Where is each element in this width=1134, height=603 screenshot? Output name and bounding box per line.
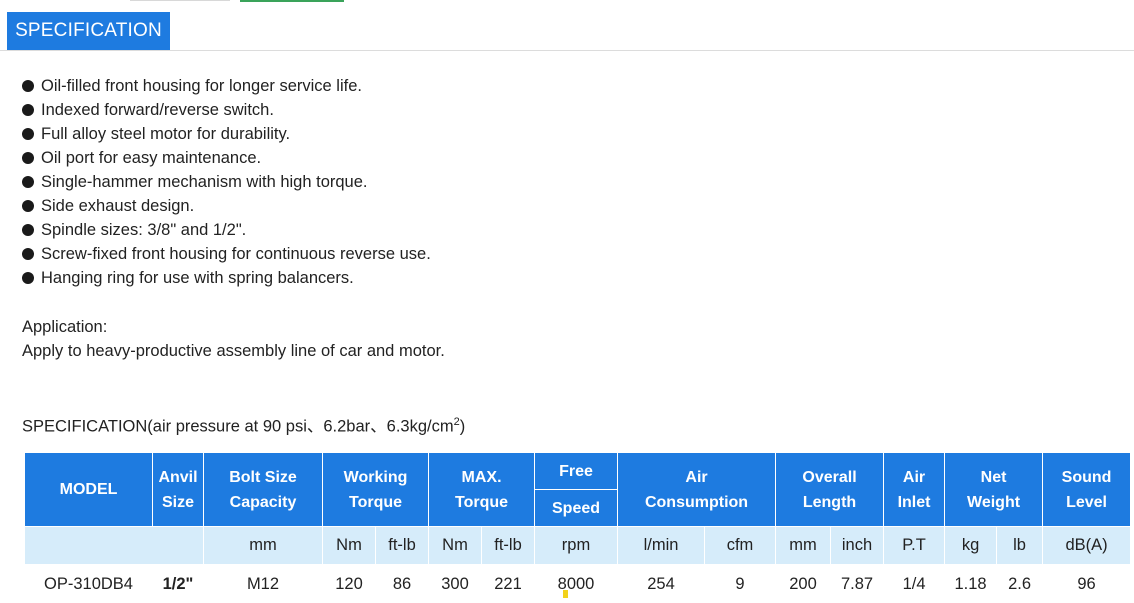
bullet-icon	[22, 152, 34, 164]
bullet-icon	[22, 248, 34, 260]
spec-heading-close: )	[460, 418, 466, 436]
header-air-inlet: AirInlet	[884, 453, 945, 527]
list-item: Single-hammer mechanism with high torque…	[22, 170, 1122, 194]
text-cursor-marker	[563, 590, 568, 598]
feature-text: Hanging ring for use with spring balance…	[41, 266, 354, 290]
feature-text: Spindle sizes: 3/8" and 1/2".	[41, 218, 246, 242]
header-working-torque: WorkingTorque	[323, 453, 429, 527]
list-item: Oil-filled front housing for longer serv…	[22, 74, 1122, 98]
header-net-weight: NetWeight	[945, 453, 1043, 527]
header-free-speed-top: Free	[535, 453, 618, 490]
header-max-torque: MAX.Torque	[429, 453, 535, 527]
unit-cell: Nm	[323, 527, 376, 565]
list-item: Indexed forward/reverse switch.	[22, 98, 1122, 122]
bullet-icon	[22, 224, 34, 236]
cell-sound: 96	[1043, 565, 1131, 603]
units-blank	[25, 527, 204, 565]
table-row: OP-310DB4 1/2" M12 120 86 300 221 8000 2…	[25, 565, 1131, 603]
header-free-speed-bottom: Speed	[535, 490, 618, 527]
list-item: Side exhaust design.	[22, 194, 1122, 218]
cell-model: OP-310DB4	[25, 565, 153, 603]
list-item: Screw-fixed front housing for continuous…	[22, 242, 1122, 266]
header-sound-level: SoundLevel	[1043, 453, 1131, 527]
upper-tab-strip	[0, 0, 1134, 3]
cell-max-ftlb: 221	[482, 565, 535, 603]
unit-cell: rpm	[535, 527, 618, 565]
unit-cell: Nm	[429, 527, 482, 565]
feature-text: Single-hammer mechanism with high torque…	[41, 170, 367, 194]
cell-max-nm: 300	[429, 565, 482, 603]
unit-cell: lb	[997, 527, 1043, 565]
bullet-icon	[22, 80, 34, 92]
units-row: mm Nm ft-lb Nm ft-lb rpm l/min cfm mm in…	[25, 527, 1131, 565]
unit-cell: mm	[776, 527, 831, 565]
application-section: Application: Apply to heavy-productive a…	[22, 315, 445, 363]
list-item: Full alloy steel motor for durability.	[22, 122, 1122, 146]
cell-air-lmin: 254	[618, 565, 705, 603]
feature-text: Screw-fixed front housing for continuous…	[41, 242, 431, 266]
unit-cell: cfm	[705, 527, 776, 565]
unit-cell: mm	[204, 527, 323, 565]
bullet-icon	[22, 200, 34, 212]
unit-cell: ft-lb	[482, 527, 535, 565]
cell-working-ftlb: 86	[376, 565, 429, 603]
tab-specification[interactable]: SPECIFICATION	[7, 12, 170, 50]
bullet-icon	[22, 272, 34, 284]
unit-cell: ft-lb	[376, 527, 429, 565]
application-text: Apply to heavy-productive assembly line …	[22, 339, 445, 363]
feature-list: Oil-filled front housing for longer serv…	[22, 74, 1122, 290]
bullet-icon	[22, 104, 34, 116]
spec-heading-text: SPECIFICATION(air pressure at 90 psi、6.2…	[22, 418, 454, 436]
cell-weight-kg: 1.18	[945, 565, 997, 603]
cell-inlet: 1/4	[884, 565, 945, 603]
tab-bar: SPECIFICATION	[0, 12, 1134, 51]
cell-weight-lb: 2.6	[997, 565, 1043, 603]
list-item: Oil port for easy maintenance.	[22, 146, 1122, 170]
cell-bolt: M12	[204, 565, 323, 603]
list-item: Hanging ring for use with spring balance…	[22, 266, 1122, 290]
spec-heading: SPECIFICATION(air pressure at 90 psi、6.2…	[22, 410, 465, 439]
bullet-icon	[22, 128, 34, 140]
cell-air-cfm: 9	[705, 565, 776, 603]
cell-length-mm: 200	[776, 565, 831, 603]
specification-content: Oil-filled front housing for longer serv…	[22, 74, 1122, 290]
header-air-consumption: AirConsumption	[618, 453, 776, 527]
feature-text: Indexed forward/reverse switch.	[41, 98, 274, 122]
unit-cell: dB(A)	[1043, 527, 1131, 565]
feature-text: Oil-filled front housing for longer serv…	[41, 74, 362, 98]
unit-cell: l/min	[618, 527, 705, 565]
unit-cell: inch	[831, 527, 884, 565]
unit-cell: P.T	[884, 527, 945, 565]
header-model: MODEL	[25, 453, 153, 527]
header-overall-length: OverallLength	[776, 453, 884, 527]
application-label: Application:	[22, 315, 445, 339]
upper-tab-line-active	[240, 0, 344, 2]
feature-text: Full alloy steel motor for durability.	[41, 122, 290, 146]
cell-working-nm: 120	[323, 565, 376, 603]
cell-speed: 8000	[535, 565, 618, 603]
feature-text: Side exhaust design.	[41, 194, 194, 218]
unit-cell: kg	[945, 527, 997, 565]
header-anvil-size: AnvilSize	[153, 453, 204, 527]
cell-length-inch: 7.87	[831, 565, 884, 603]
feature-text: Oil port for easy maintenance.	[41, 146, 261, 170]
spec-table: MODEL AnvilSize Bolt SizeCapacity Workin…	[24, 452, 1131, 603]
header-bolt-size: Bolt SizeCapacity	[204, 453, 323, 527]
list-item: Spindle sizes: 3/8" and 1/2".	[22, 218, 1122, 242]
upper-tab-line	[130, 0, 230, 1]
bullet-icon	[22, 176, 34, 188]
cell-anvil: 1/2"	[153, 565, 204, 603]
